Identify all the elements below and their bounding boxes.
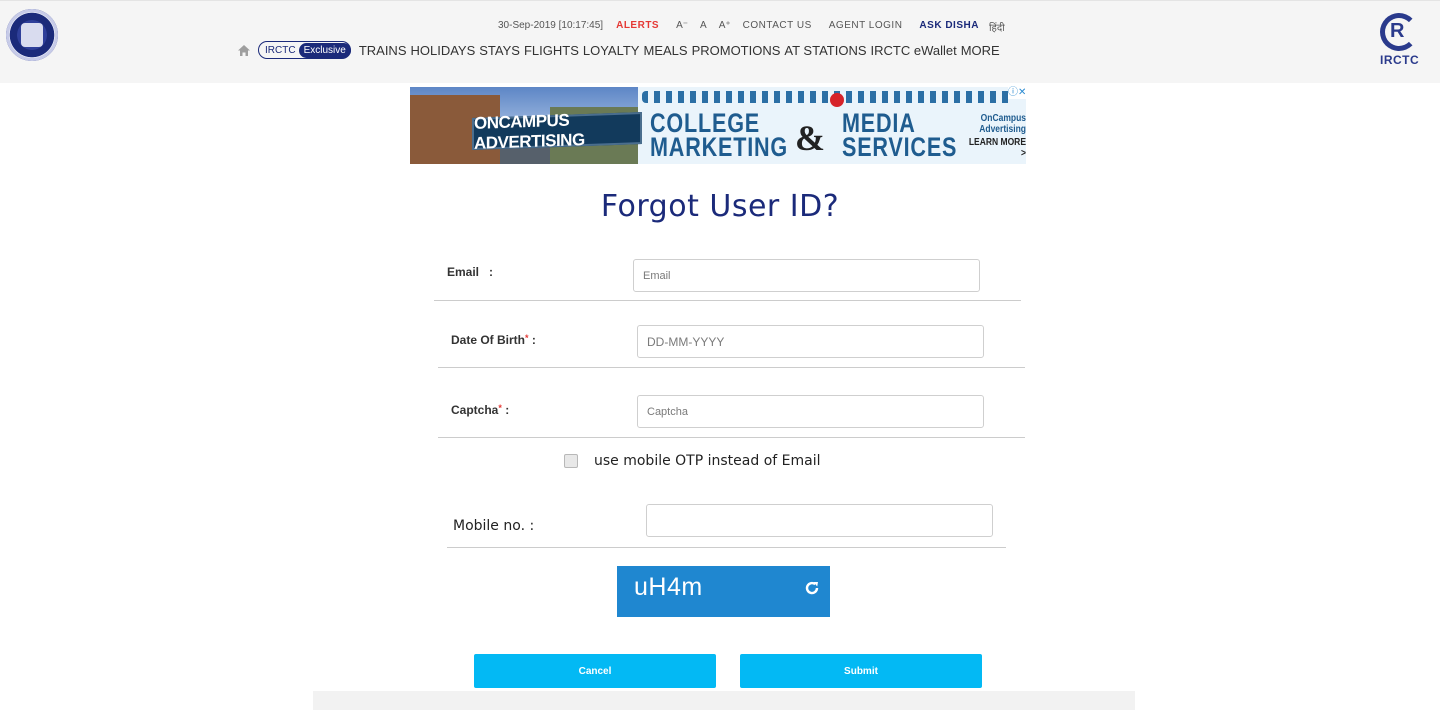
ask-disha-link[interactable]: ASK DISHA bbox=[919, 20, 979, 34]
font-increase-button[interactable]: A⁺ bbox=[719, 20, 731, 34]
nav-loyalty[interactable]: LOYALTY bbox=[583, 43, 640, 58]
nav-holidays[interactable]: HOLIDAYS bbox=[410, 43, 475, 58]
captcha-label: Captcha* : bbox=[451, 403, 510, 417]
home-icon[interactable] bbox=[237, 44, 251, 57]
mobile-input[interactable] bbox=[646, 504, 993, 537]
main-nav: IRCTC Exclusive TRAINS HOLIDAYS STAYS FL… bbox=[237, 40, 1000, 60]
page-title: Forgot User ID? bbox=[600, 189, 840, 224]
nav-flights[interactable]: FLIGHTS bbox=[524, 43, 579, 58]
ad-banner[interactable]: ONCAMPUS ADVERTISING COLLEGE MARKETING &… bbox=[410, 87, 1026, 164]
nav-irctc-ewallet[interactable]: IRCTC eWallet bbox=[871, 43, 957, 58]
nav-more[interactable]: MORE bbox=[961, 43, 1000, 58]
indian-railways-logo[interactable] bbox=[6, 9, 58, 61]
font-normal-button[interactable]: A bbox=[700, 20, 707, 34]
captcha-text: uH4m bbox=[634, 573, 703, 601]
ad-learn-more: OnCampus Advertising LEARN MORE > bbox=[968, 113, 1026, 159]
hindi-language-link[interactable]: हिंदी bbox=[989, 20, 1005, 34]
otp-option: use mobile OTP instead of Email bbox=[564, 453, 821, 469]
dob-label: Date Of Birth* : bbox=[451, 333, 536, 347]
irctc-exclusive-button[interactable]: IRCTC Exclusive bbox=[258, 41, 351, 59]
ad-ampersand: & bbox=[795, 118, 825, 158]
date-time: 30-Sep-2019 [10:17:45] bbox=[498, 20, 604, 31]
contact-us-link[interactable]: CONTACT US bbox=[743, 20, 812, 34]
nav-trains[interactable]: TRAINS bbox=[359, 43, 407, 58]
email-input[interactable] bbox=[633, 259, 980, 292]
captcha-image: uH4m bbox=[617, 566, 830, 617]
captcha-input[interactable] bbox=[637, 395, 984, 428]
cancel-button[interactable]: Cancel bbox=[474, 654, 716, 688]
ad-headline-1: COLLEGE MARKETING bbox=[650, 108, 788, 162]
nav-meals[interactable]: MEALS bbox=[643, 43, 687, 58]
ad-sign-text: ONCAMPUS ADVERTISING bbox=[472, 111, 642, 153]
agent-login-link[interactable]: AGENT LOGIN bbox=[829, 20, 903, 34]
dob-input[interactable] bbox=[637, 325, 984, 358]
otp-label[interactable]: use mobile OTP instead of Email bbox=[594, 453, 821, 469]
otp-checkbox[interactable] bbox=[564, 454, 578, 468]
irctc-logo[interactable]: R IRCTC bbox=[1376, 11, 1424, 71]
font-decrease-button[interactable]: A⁻ bbox=[676, 20, 688, 34]
mobile-label: Mobile no. : bbox=[453, 518, 535, 534]
divider bbox=[438, 367, 1025, 368]
nav-stays[interactable]: STAYS bbox=[479, 43, 520, 58]
top-header: 30-Sep-2019 [10:17:45] ALERTS A⁻ A A⁺ CO… bbox=[0, 0, 1440, 83]
divider bbox=[438, 437, 1025, 438]
refresh-icon[interactable] bbox=[803, 579, 821, 597]
alerts-link[interactable]: ALERTS bbox=[616, 20, 659, 34]
ad-headline-2: MEDIA SERVICES bbox=[842, 108, 958, 162]
nav-at-stations[interactable]: AT STATIONS bbox=[784, 43, 866, 58]
email-label: Email : bbox=[447, 265, 494, 279]
nav-promotions[interactable]: PROMOTIONS bbox=[692, 43, 781, 58]
utility-bar: 30-Sep-2019 [10:17:45] ALERTS A⁻ A A⁺ CO… bbox=[498, 20, 1005, 34]
divider bbox=[447, 547, 1006, 548]
submit-button[interactable]: Submit bbox=[740, 654, 982, 688]
divider bbox=[434, 300, 1021, 301]
ad-close-icon[interactable]: ⓘ✕ bbox=[1008, 87, 1026, 99]
footer-bar bbox=[313, 691, 1135, 710]
